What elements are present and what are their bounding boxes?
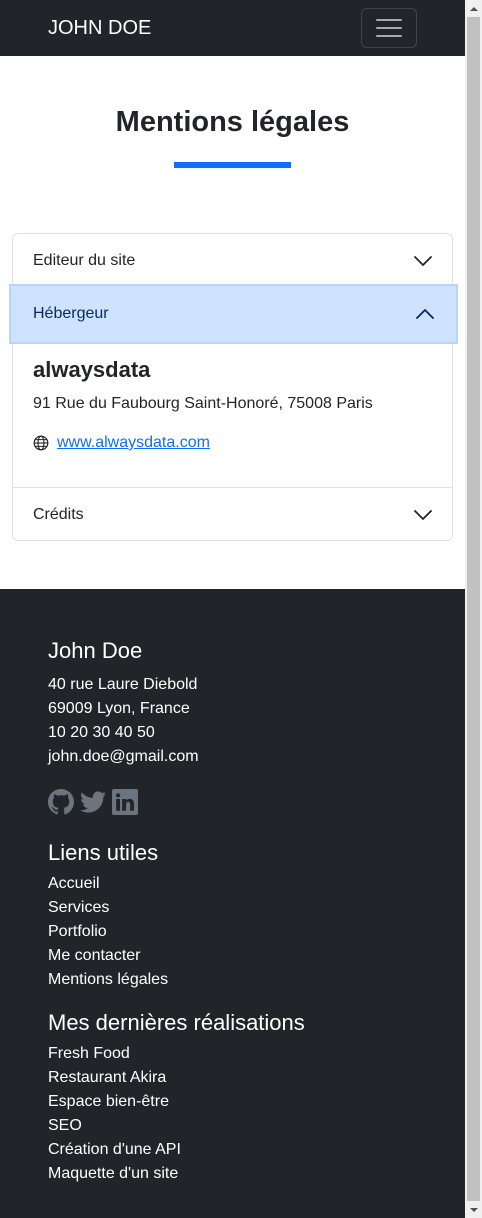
hamburger-menu-icon-line — [376, 35, 402, 37]
footer-email: john.doe@gmail.com — [48, 748, 199, 765]
page: JOHN DOE Mentions légales Editeur du sit… — [0, 0, 465, 1218]
accordion-header-label: Crédits — [33, 505, 84, 523]
accordion-header-label: Editeur du site — [33, 251, 136, 269]
footer-address-city: 69009 Lyon, France — [48, 700, 190, 717]
footer-project-link[interactable]: Fresh Food — [48, 1045, 130, 1062]
footer-project-link[interactable]: Création d'une API — [48, 1141, 181, 1158]
hamburger-menu-icon — [376, 19, 402, 21]
footer-address-street: 40 rue Laure Diebold — [48, 676, 198, 693]
scroll-down-arrow-icon[interactable] — [465, 1201, 482, 1218]
twitter-icon[interactable] — [80, 789, 106, 815]
globe-icon — [33, 435, 49, 451]
footer-projects-title: Mes dernières réalisations — [48, 1010, 305, 1035]
footer-projects-list: Fresh Food Restaurant Akira Espace bien-… — [48, 1042, 181, 1186]
accordion-body-hebergeur: alwaysdata 91 Rue du Faubourg Saint-Hono… — [13, 342, 452, 488]
chevron-down-icon — [414, 509, 432, 520]
chevron-up-icon — [416, 309, 434, 319]
vertical-scrollbar[interactable] — [465, 0, 482, 1218]
footer-link-portfolio[interactable]: Portfolio — [48, 923, 107, 940]
footer-project-link[interactable]: SEO — [48, 1117, 82, 1134]
accordion-header-label: Hébergeur — [33, 305, 109, 322]
footer-link-services[interactable]: Services — [48, 899, 109, 916]
footer-project-link[interactable]: Espace bien-être — [48, 1093, 169, 1110]
page-title: Mentions légales — [115, 106, 350, 138]
navbar-toggle-button[interactable] — [361, 8, 417, 48]
footer-project-link[interactable]: Maquette d'un site — [48, 1165, 178, 1182]
footer-links-list: Accueil Services Portfolio Me contacter … — [48, 872, 168, 992]
brand-link[interactable]: JOHN DOE — [48, 16, 151, 40]
scroll-up-arrow-icon[interactable] — [465, 0, 482, 17]
footer-phone: 10 20 30 40 50 — [48, 724, 155, 741]
footer-links-title: Liens utiles — [48, 840, 159, 865]
host-name: alwaysdata — [33, 357, 151, 382]
accordion-header-credits[interactable]: Crédits — [13, 488, 452, 541]
host-website-link[interactable]: www.alwaysdata.com — [57, 433, 210, 453]
footer-name: John Doe — [48, 638, 143, 663]
github-icon[interactable] — [48, 789, 74, 815]
chevron-down-icon — [414, 255, 432, 266]
footer: John Doe 40 rue Laure Diebold 69009 Lyon… — [0, 589, 465, 1218]
footer-contact: 40 rue Laure Diebold 69009 Lyon, France … — [48, 673, 199, 769]
navbar: JOHN DOE — [0, 0, 465, 56]
accordion-header-hebergeur[interactable]: Hébergeur — [11, 286, 456, 342]
legal-accordion: Editeur du site Hébergeur alwaysdata 91 … — [11, 233, 456, 541]
footer-project-link[interactable]: Restaurant Akira — [48, 1069, 166, 1086]
title-underline — [174, 162, 291, 168]
footer-link-contact[interactable]: Me contacter — [48, 947, 140, 964]
social-links — [48, 789, 138, 815]
scrollbar-thumb[interactable] — [467, 17, 480, 1201]
footer-link-mentions[interactable]: Mentions légales — [48, 971, 168, 988]
host-address: 91 Rue du Faubourg Saint-Honoré, 75008 P… — [33, 395, 373, 412]
hamburger-menu-icon-line — [376, 27, 402, 29]
linkedin-icon[interactable] — [112, 789, 138, 815]
footer-link-accueil[interactable]: Accueil — [48, 875, 100, 892]
accordion-header-editeur[interactable]: Editeur du site — [13, 234, 452, 287]
